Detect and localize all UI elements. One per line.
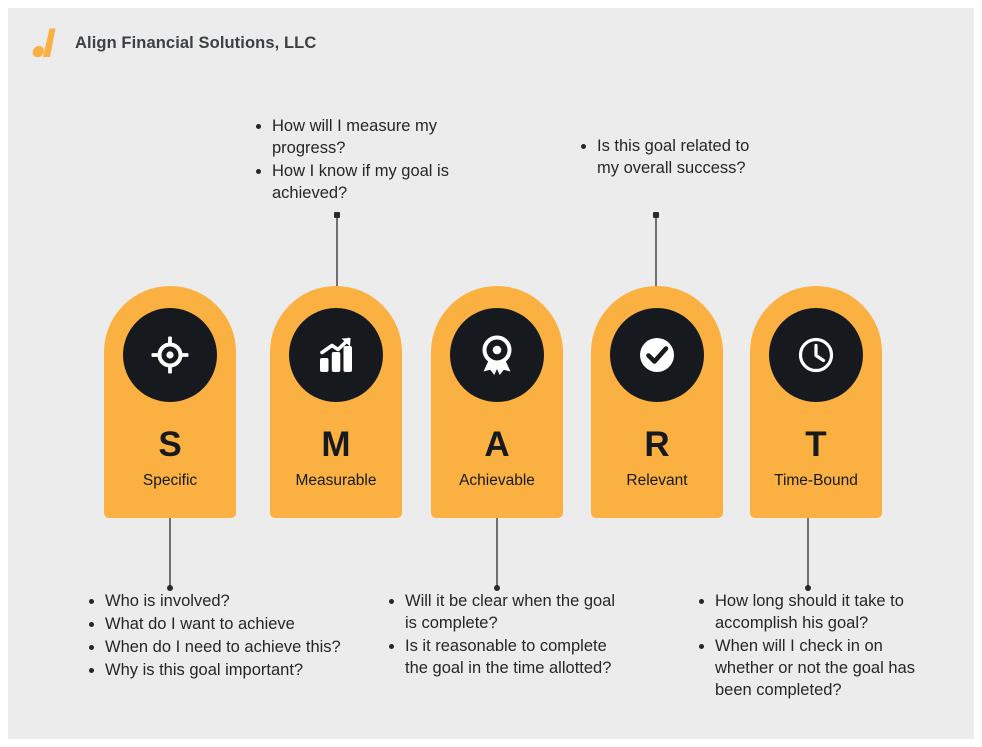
pillar-specific[interactable]: S Specific bbox=[104, 286, 236, 518]
pillar-letter: R bbox=[644, 425, 670, 464]
list-item: How I know if my goal is achieved? bbox=[272, 161, 488, 205]
callout-measurable: How will I measure my progress? How I kn… bbox=[253, 116, 488, 206]
callout-specific: Who is involved? What do I want to achie… bbox=[86, 591, 351, 683]
connector-specific bbox=[169, 518, 171, 588]
list-item: Why is this goal important? bbox=[105, 660, 351, 682]
list-item: How will I measure my progress? bbox=[272, 116, 488, 160]
award-ribbon-icon bbox=[450, 308, 544, 402]
pillar-time-bound[interactable]: T Time-Bound bbox=[750, 286, 882, 518]
pillar-word: Measurable bbox=[295, 472, 377, 489]
pillar-achievable[interactable]: A Achievable bbox=[431, 286, 563, 518]
pillar-letter: T bbox=[805, 425, 827, 464]
align-logo-icon bbox=[26, 24, 64, 62]
pillar-relevant[interactable]: R Relevant bbox=[591, 286, 723, 518]
list-item: Is this goal related to my overall succe… bbox=[597, 136, 768, 180]
brand-header: Align Financial Solutions, LLC bbox=[26, 24, 316, 62]
list-item: When will I check in on whether or not t… bbox=[715, 636, 932, 702]
check-circle-icon bbox=[610, 308, 704, 402]
pillar-letter: A bbox=[484, 425, 510, 464]
pillar-word: Relevant bbox=[626, 472, 688, 489]
list-item: How long should it take to accomplish hi… bbox=[715, 591, 932, 635]
pillar-measurable[interactable]: M Measurable bbox=[270, 286, 402, 518]
connector-relevant bbox=[655, 215, 657, 290]
list-item: Will it be clear when the goal is comple… bbox=[405, 591, 621, 635]
pillar-word: Specific bbox=[142, 472, 198, 489]
callout-time-bound: How long should it take to accomplish hi… bbox=[696, 591, 932, 703]
connector-time-bound bbox=[807, 518, 809, 588]
list-item: Who is involved? bbox=[105, 591, 351, 613]
list-item: What do I want to achieve bbox=[105, 614, 351, 636]
list-item: When do I need to achieve this? bbox=[105, 637, 351, 659]
pillar-word: Achievable bbox=[459, 472, 535, 489]
connector-measurable bbox=[336, 215, 338, 290]
infographic-canvas: Align Financial Solutions, LLC How will … bbox=[8, 8, 974, 739]
clock-icon bbox=[769, 308, 863, 402]
page-title: Align Financial Solutions, LLC bbox=[75, 33, 317, 52]
list-item: Is it reasonable to complete the goal in… bbox=[405, 636, 621, 680]
bar-chart-growth-icon bbox=[289, 308, 383, 402]
connector-achievable bbox=[496, 518, 498, 588]
callout-relevant: Is this goal related to my overall succe… bbox=[578, 136, 768, 181]
callout-achievable: Will it be clear when the goal is comple… bbox=[386, 591, 621, 681]
target-icon bbox=[123, 308, 217, 402]
pillar-letter: M bbox=[321, 425, 351, 464]
pillar-letter: S bbox=[158, 425, 182, 464]
pillar-word: Time-Bound bbox=[774, 472, 858, 489]
